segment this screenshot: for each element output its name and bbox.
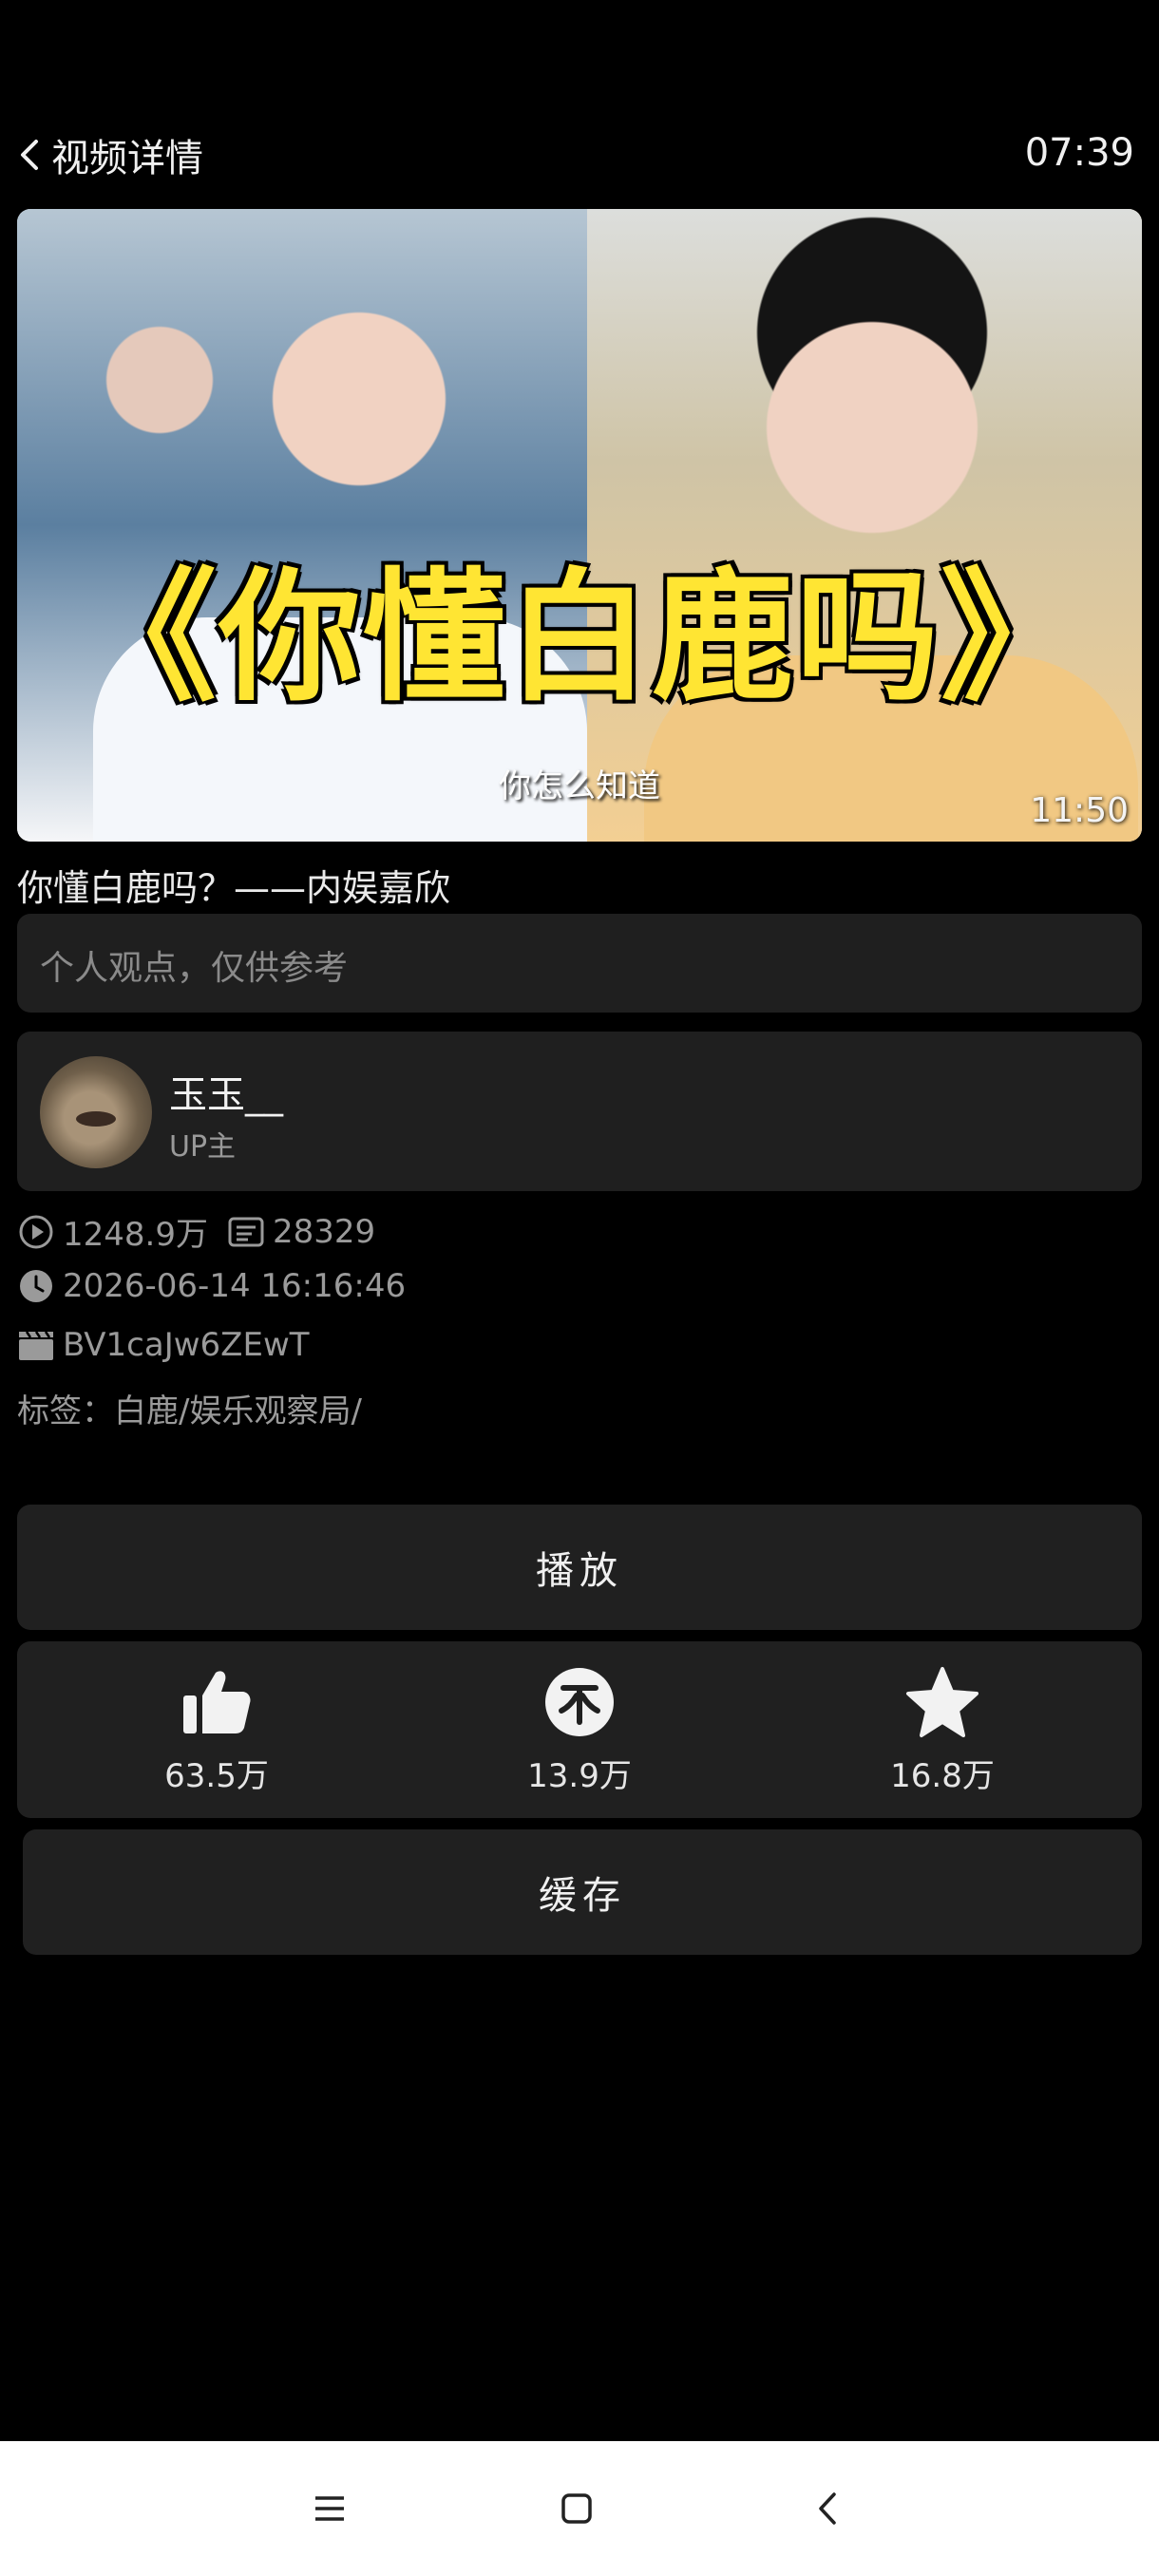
tags-text[interactable]: 标签：白鹿/娱乐观察局/ bbox=[17, 1385, 362, 1431]
video-thumbnail[interactable]: 《你懂白鹿吗》 你怎么知道 11:50 bbox=[17, 209, 1142, 842]
video-title: 你懂白鹿吗？——内娱嘉欣 bbox=[17, 867, 451, 909]
clapperboard-icon bbox=[17, 1326, 55, 1364]
avatar[interactable] bbox=[40, 1056, 152, 1168]
back-icon[interactable] bbox=[794, 2479, 861, 2538]
tags-row: 标签：白鹿/娱乐观察局/ bbox=[17, 1385, 362, 1431]
publish-datetime: 2026-06-14 16:16:46 bbox=[63, 1267, 407, 1305]
favorite-count: 16.8万 bbox=[890, 1757, 995, 1795]
stats-row: 1248.9万 28329 bbox=[17, 1208, 375, 1255]
author-card[interactable]: 玉玉__ UP主 bbox=[17, 1032, 1142, 1191]
danmaku-icon bbox=[227, 1213, 265, 1251]
author-role: UP主 bbox=[169, 1130, 237, 1164]
favorite-button[interactable]: 16.8万 bbox=[838, 1664, 1047, 1807]
home-icon[interactable] bbox=[543, 2479, 610, 2538]
clock-icon bbox=[17, 1267, 55, 1305]
coin-count: 13.9万 bbox=[527, 1757, 632, 1795]
thumbnail-title: 《你懂白鹿吗》 bbox=[73, 556, 1085, 721]
description-box: 个人观点，仅供参考 bbox=[17, 914, 1142, 1013]
bvid-text[interactable]: BV1caJw6ZEwT bbox=[63, 1326, 310, 1364]
top-bar: 视频详情 07:39 bbox=[0, 114, 1159, 190]
bvid-row: BV1caJw6ZEwT bbox=[17, 1326, 310, 1364]
video-duration: 11:50 bbox=[1030, 791, 1129, 830]
thumbnail-caption: 你怎么知道 bbox=[499, 767, 660, 805]
publish-time-row: 2026-06-14 16:16:46 bbox=[17, 1267, 406, 1305]
system-navigation-bar bbox=[0, 2441, 1159, 2576]
star-icon bbox=[904, 1664, 980, 1740]
cache-button[interactable]: 缓存 bbox=[23, 1829, 1142, 1955]
description-text: 个人观点，仅供参考 bbox=[40, 949, 349, 988]
back-button[interactable]: 视频详情 bbox=[13, 131, 260, 180]
status-time: 07:39 bbox=[1024, 131, 1134, 175]
back-chevron-icon[interactable] bbox=[13, 134, 46, 176]
action-bar: 63.5万 13.9万 16.8万 bbox=[17, 1641, 1142, 1818]
like-count: 63.5万 bbox=[164, 1757, 269, 1795]
play-count: 1248.9万 bbox=[63, 1216, 208, 1254]
danmaku-count: 28329 bbox=[272, 1212, 376, 1251]
page-title: 视频详情 bbox=[51, 137, 203, 180]
author-name: 玉玉__ bbox=[169, 1073, 283, 1117]
coin-button[interactable]: 13.9万 bbox=[475, 1664, 684, 1807]
coin-icon bbox=[542, 1664, 618, 1740]
menu-icon[interactable] bbox=[296, 2479, 363, 2538]
play-circle-icon bbox=[17, 1213, 55, 1251]
like-button[interactable]: 63.5万 bbox=[112, 1664, 321, 1807]
play-button[interactable]: 播放 bbox=[17, 1505, 1142, 1630]
thumbs-up-icon bbox=[179, 1664, 255, 1740]
